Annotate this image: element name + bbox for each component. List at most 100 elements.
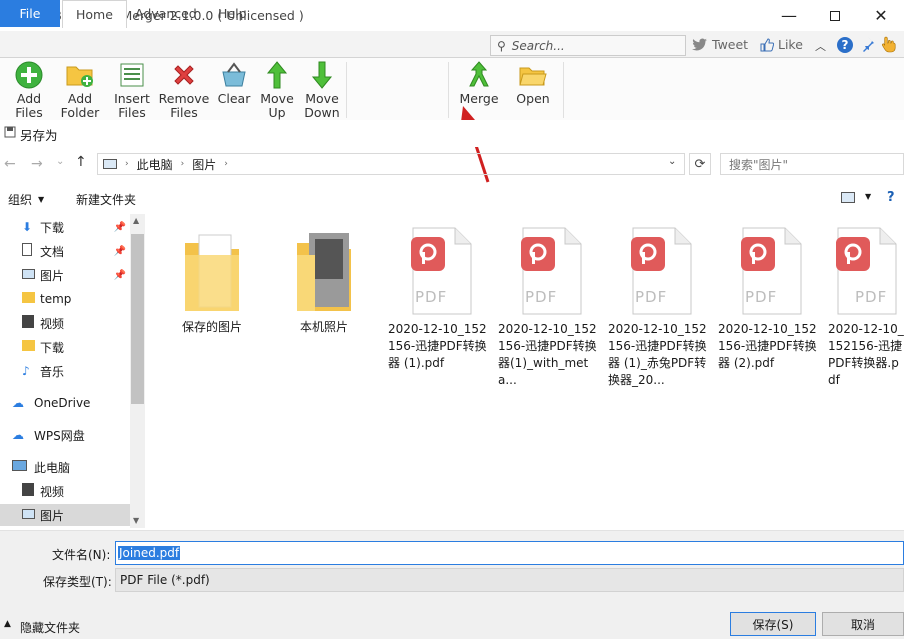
breadcrumb-item[interactable]: 此电脑 <box>137 156 173 173</box>
hand-pointer-icon[interactable] <box>880 35 898 56</box>
file-tile-pdf[interactable]: PDF 2020-12-10_152156-迅捷PDF转换器 (2).pdf <box>718 225 822 372</box>
open-button[interactable]: Open <box>513 60 553 106</box>
nav-scrollbar-thumb[interactable] <box>131 234 144 404</box>
file-tile-label: 2020-12-10_152156-迅捷PDF转换器 (2).pdf <box>718 321 822 372</box>
dialog-title: 另存为 <box>20 125 58 144</box>
nav-item-videos[interactable]: 视频 <box>0 312 130 334</box>
merge-icon <box>464 60 494 90</box>
pin-icon: 📌 <box>114 270 126 281</box>
nav-item-downloads[interactable]: ⬇下载📌 <box>0 216 130 238</box>
computer-icon <box>103 159 117 169</box>
nav-item-this-pc[interactable]: 此电脑 <box>0 456 130 478</box>
nav-item-pictures[interactable]: 图片📌 <box>0 264 130 286</box>
like-button[interactable]: Like <box>760 37 803 52</box>
search-input[interactable]: ⚲ Search... <box>490 35 686 56</box>
thumbs-up-icon <box>760 38 774 52</box>
tab-home[interactable]: Home <box>62 0 127 28</box>
file-tile-folder[interactable]: 本机照片 <box>272 225 376 336</box>
breadcrumb-separator-icon: › <box>224 159 228 169</box>
file-tile-pdf[interactable]: PDF 2020-12-10_152156-迅捷PDF转换器(1)_with_m… <box>498 225 602 389</box>
clear-button[interactable]: Clear <box>216 60 252 106</box>
nav-item-this-pc-videos[interactable]: 视频 <box>0 480 130 502</box>
dropdown-icon: ▼ <box>38 195 44 204</box>
back-button[interactable]: ← <box>4 156 16 172</box>
breadcrumb-item[interactable]: 图片 <box>192 156 216 173</box>
hide-folders-button[interactable]: 隐藏文件夹 <box>20 619 80 636</box>
nav-item-documents[interactable]: 文档📌 <box>0 240 130 262</box>
organize-button[interactable]: 组织 ▼ <box>8 191 44 208</box>
nav-item-onedrive[interactable]: ☁OneDrive <box>0 392 130 414</box>
address-dropdown-icon[interactable]: ⌄ <box>668 156 676 167</box>
folder-search-placeholder: 搜索"图片" <box>729 156 788 173</box>
file-tile-folder[interactable]: 保存的图片 <box>160 225 264 336</box>
breadcrumb-separator-icon: › <box>125 159 129 169</box>
picture-icon <box>22 508 40 522</box>
close-button[interactable]: ✕ <box>858 0 904 31</box>
file-tile-label: 2020-12-10_152156-迅捷PDF转换器(1)_with_meta.… <box>498 321 602 389</box>
tweet-button[interactable]: Tweet <box>692 37 748 52</box>
computer-icon <box>12 460 34 474</box>
ribbon-divider <box>448 62 449 118</box>
file-tile-pdf[interactable]: PDF 2020-12-10_152156-迅捷PDF转换器 (1).pdf <box>388 225 492 372</box>
file-tile-pdf[interactable]: PDF 2020-12-10_152156-迅捷PDF转换器 (1)_赤兔PDF… <box>608 225 712 389</box>
add-folder-button[interactable]: AddFolder <box>58 60 102 120</box>
add-files-button[interactable]: AddFiles <box>8 60 50 120</box>
nav-item-temp[interactable]: temp <box>0 288 130 310</box>
dialog-titlebar: 另存为 <box>0 120 904 147</box>
nav-item-this-pc-pictures[interactable]: 图片 <box>0 504 130 526</box>
breadcrumb-separator-icon: › <box>181 159 185 169</box>
scroll-down-icon[interactable]: ▼ <box>133 516 139 525</box>
new-folder-button[interactable]: 新建文件夹 <box>76 191 136 208</box>
open-folder-icon <box>518 60 548 90</box>
folder-icon <box>22 340 40 354</box>
nav-item-wps-cloud[interactable]: ☁WPS网盘 <box>0 424 130 446</box>
pdf-badge: PDF <box>415 288 447 306</box>
file-tile-label: 2020-12-10_152156-迅捷PDF转换器 (1)_赤兔PDF转换器_… <box>608 321 712 389</box>
nav-item-music[interactable]: ♪音乐 <box>0 360 130 382</box>
file-tile-pdf[interactable]: PDF 2020-12-10_152156-迅捷PDF转换器.pdf <box>828 225 904 389</box>
collapse-ribbon-icon[interactable]: ︿ <box>815 38 826 54</box>
move-down-button[interactable]: MoveDown <box>302 60 342 120</box>
filetype-select[interactable]: PDF File (*.pdf) <box>115 568 904 592</box>
view-dropdown-icon[interactable]: ▼ <box>865 192 871 201</box>
forward-button[interactable]: → <box>31 156 43 172</box>
scroll-up-icon[interactable]: ▲ <box>133 216 139 225</box>
collapse-folders-icon[interactable]: ▲ <box>4 619 11 629</box>
address-bar[interactable]: › 此电脑 › 图片 › <box>97 153 685 175</box>
save-button[interactable]: 保存(S) <box>730 612 816 636</box>
filetype-label: 保存类型(T): <box>43 573 112 590</box>
view-icon[interactable] <box>841 192 855 203</box>
music-icon: ♪ <box>22 364 40 378</box>
dialog-help-icon[interactable]: ? <box>887 190 895 205</box>
cloud-icon: ☁ <box>12 428 34 442</box>
tab-file[interactable]: File <box>0 0 60 27</box>
ribbon-divider <box>346 62 347 118</box>
file-tile-label: 本机照片 <box>272 319 376 336</box>
document-icon <box>22 243 40 259</box>
tab-advanced[interactable]: Advanced <box>122 0 210 27</box>
nav-item-downloads-folder[interactable]: 下载 <box>0 336 130 358</box>
move-up-button[interactable]: MoveUp <box>258 60 296 120</box>
folder-search-input[interactable]: 搜索"图片" <box>720 153 904 175</box>
pin-icon[interactable] <box>859 36 875 55</box>
picture-icon <box>22 268 40 282</box>
search-icon: ⚲ <box>497 39 506 53</box>
pdf-badge: PDF <box>745 288 777 306</box>
video-icon <box>22 315 40 331</box>
minimize-button[interactable]: — <box>766 0 812 31</box>
refresh-button[interactable]: ⟳ <box>689 153 711 175</box>
merge-button[interactable]: Merge <box>457 60 501 106</box>
insert-files-button[interactable]: InsertFiles <box>110 60 154 120</box>
recent-dropdown-icon[interactable]: ⌄ <box>56 156 64 167</box>
tab-help[interactable]: Help <box>205 0 260 27</box>
up-button[interactable]: ↑ <box>75 154 87 170</box>
cancel-button[interactable]: 取消 <box>822 612 904 636</box>
filename-input[interactable]: Joined.pdf <box>115 541 904 565</box>
insert-list-icon <box>117 60 147 90</box>
pdf-badge: PDF <box>525 288 557 306</box>
remove-files-button[interactable]: RemoveFiles <box>158 60 210 120</box>
help-icon[interactable]: ? <box>837 37 853 53</box>
photo-folder-icon <box>289 225 359 315</box>
maximize-button[interactable] <box>812 0 858 31</box>
folder-plus-icon <box>65 60 95 90</box>
